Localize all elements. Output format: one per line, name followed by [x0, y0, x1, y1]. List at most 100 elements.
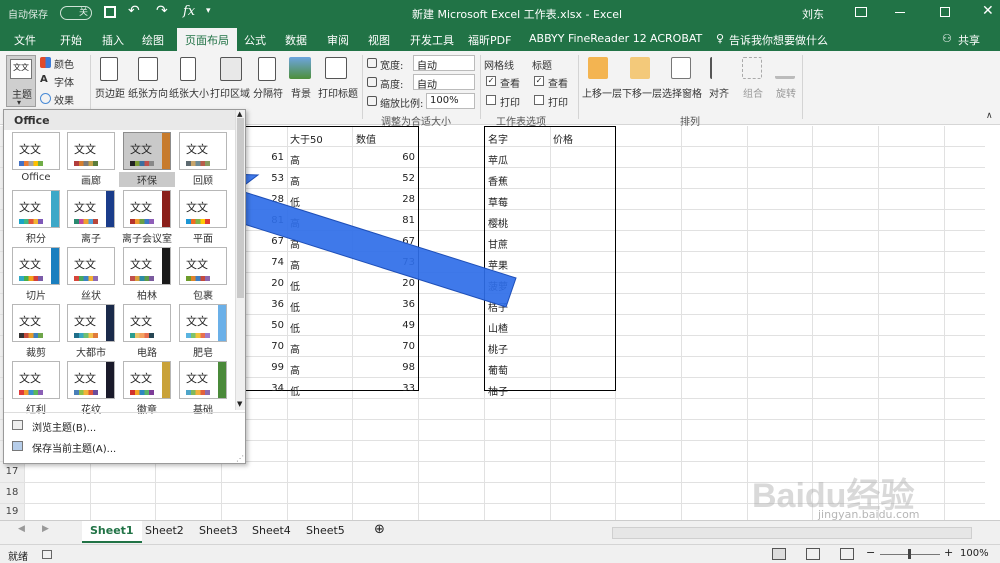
theme-preview-text: 文文	[186, 258, 208, 271]
theme-thumbnail[interactable]: 文文	[12, 190, 60, 228]
gallery-scrollbar[interactable]: ▲ ▼	[235, 110, 245, 410]
theme-accent-strip	[218, 305, 226, 341]
theme-thumbnail[interactable]: 文文	[67, 361, 115, 399]
macro-record-icon[interactable]	[42, 550, 52, 559]
theme-preview-text: 文文	[74, 315, 96, 328]
page-layout-view-icon[interactable]	[806, 548, 820, 560]
theme-label: 丝状	[81, 291, 101, 302]
sheet-tab-5[interactable]: Sheet5	[306, 524, 345, 537]
theme-preview-text: 文文	[19, 143, 41, 156]
resize-grip-icon[interactable]: ⋰	[236, 454, 244, 463]
theme-accent-strip	[162, 191, 170, 227]
theme-accent-strip	[106, 133, 114, 169]
theme-accent-strip	[106, 248, 114, 284]
sheet-tab-4[interactable]: Sheet4	[252, 524, 291, 537]
theme-accent-strip	[218, 191, 226, 227]
theme-preview-text: 文文	[130, 201, 152, 214]
theme-color-bars	[74, 219, 98, 224]
scroll-left-icon[interactable]: ◀	[18, 524, 25, 534]
theme-accent-strip	[51, 133, 59, 169]
theme-label: 柏林	[137, 291, 157, 302]
save-theme-icon	[12, 441, 23, 451]
theme-color-bars	[74, 161, 98, 166]
theme-preview-text: 文文	[19, 201, 41, 214]
theme-thumbnail[interactable]: 文文	[179, 132, 227, 170]
theme-color-bars	[186, 390, 210, 395]
theme-color-bars	[130, 276, 154, 281]
theme-color-bars	[130, 390, 154, 395]
theme-thumbnail[interactable]: 文文	[123, 304, 171, 342]
theme-color-bars	[186, 333, 210, 338]
theme-preview-text: 文文	[74, 143, 96, 156]
zoom-level[interactable]: 100%	[960, 548, 989, 559]
theme-color-bars	[130, 219, 154, 224]
theme-label: Office	[21, 172, 51, 183]
theme-accent-strip	[218, 362, 226, 398]
scroll-right-icon[interactable]: ▶	[42, 524, 49, 534]
theme-preview-text: 文文	[130, 143, 152, 156]
normal-view-icon[interactable]	[772, 548, 786, 560]
theme-label: 肥皂	[193, 348, 213, 359]
theme-accent-strip	[162, 133, 170, 169]
theme-label: 平面	[193, 234, 213, 245]
theme-color-bars	[19, 219, 43, 224]
theme-thumbnail[interactable]: 文文	[123, 247, 171, 285]
theme-color-bars	[74, 333, 98, 338]
theme-thumbnail[interactable]: 文文	[179, 247, 227, 285]
theme-preview-text: 文文	[74, 201, 96, 214]
theme-thumbnail[interactable]: 文文	[123, 190, 171, 228]
theme-accent-strip	[106, 362, 114, 398]
theme-thumbnail[interactable]: 文文	[12, 247, 60, 285]
theme-preview-text: 文文	[19, 315, 41, 328]
theme-thumbnail[interactable]: 文文	[179, 190, 227, 228]
theme-label: 花纹	[81, 405, 101, 416]
theme-thumbnail[interactable]: 文文	[12, 132, 60, 170]
theme-accent-strip	[106, 191, 114, 227]
sheet-tab-3[interactable]: Sheet3	[199, 524, 238, 537]
theme-preview-text: 文文	[130, 258, 152, 271]
theme-accent-strip	[106, 305, 114, 341]
theme-thumbnail[interactable]: 文文	[123, 132, 171, 170]
theme-preview-text: 文文	[186, 201, 208, 214]
theme-thumbnail[interactable]: 文文	[12, 361, 60, 399]
theme-label: 积分	[26, 234, 46, 245]
sheet-tab-bar: ◀ ▶ Sheet1 Sheet2 Sheet3 Sheet4 Sheet5 ⊕	[0, 520, 1000, 544]
page-break-view-icon[interactable]	[840, 548, 854, 560]
theme-accent-strip	[162, 305, 170, 341]
theme-color-bars	[74, 390, 98, 395]
theme-preview-text: 文文	[19, 372, 41, 385]
theme-thumbnail[interactable]: 文文	[123, 361, 171, 399]
theme-color-bars	[186, 276, 210, 281]
add-sheet-icon[interactable]: ⊕	[374, 522, 385, 537]
save-theme-item[interactable]: 保存当前主题(A)...	[32, 440, 116, 455]
theme-label: 包裹	[193, 291, 213, 302]
theme-thumbnail[interactable]: 文文	[67, 247, 115, 285]
theme-color-bars	[19, 390, 43, 395]
theme-color-bars	[186, 161, 210, 166]
theme-thumbnail[interactable]: 文文	[12, 304, 60, 342]
zoom-thumb[interactable]	[908, 549, 911, 559]
sheet-tab-1[interactable]: Sheet1	[82, 521, 142, 543]
theme-color-bars	[19, 276, 43, 281]
theme-preview-text: 文文	[130, 372, 152, 385]
theme-label: 裁剪	[26, 348, 46, 359]
theme-thumbnail[interactable]: 文文	[179, 361, 227, 399]
status-bar: 就绪 − + 100%	[0, 544, 1000, 563]
theme-preview-text: 文文	[74, 258, 96, 271]
sheet-tab-2[interactable]: Sheet2	[145, 524, 184, 537]
theme-color-bars	[74, 276, 98, 281]
theme-label: 徽章	[137, 405, 157, 416]
theme-thumbnail[interactable]: 文文	[179, 304, 227, 342]
theme-thumbnail[interactable]: 文文	[67, 190, 115, 228]
theme-accent-strip	[218, 133, 226, 169]
zoom-in-icon[interactable]: +	[944, 546, 953, 559]
theme-thumbnail[interactable]: 文文	[67, 132, 115, 170]
zoom-out-icon[interactable]: −	[866, 546, 875, 559]
theme-accent-strip	[51, 248, 59, 284]
browse-themes-item[interactable]: 浏览主题(B)...	[32, 419, 96, 434]
theme-preview-text: 文文	[74, 372, 96, 385]
theme-thumbnail[interactable]: 文文	[67, 304, 115, 342]
theme-label: 环保	[119, 172, 175, 187]
horizontal-scrollbar[interactable]	[612, 527, 972, 539]
theme-color-bars	[186, 219, 210, 224]
